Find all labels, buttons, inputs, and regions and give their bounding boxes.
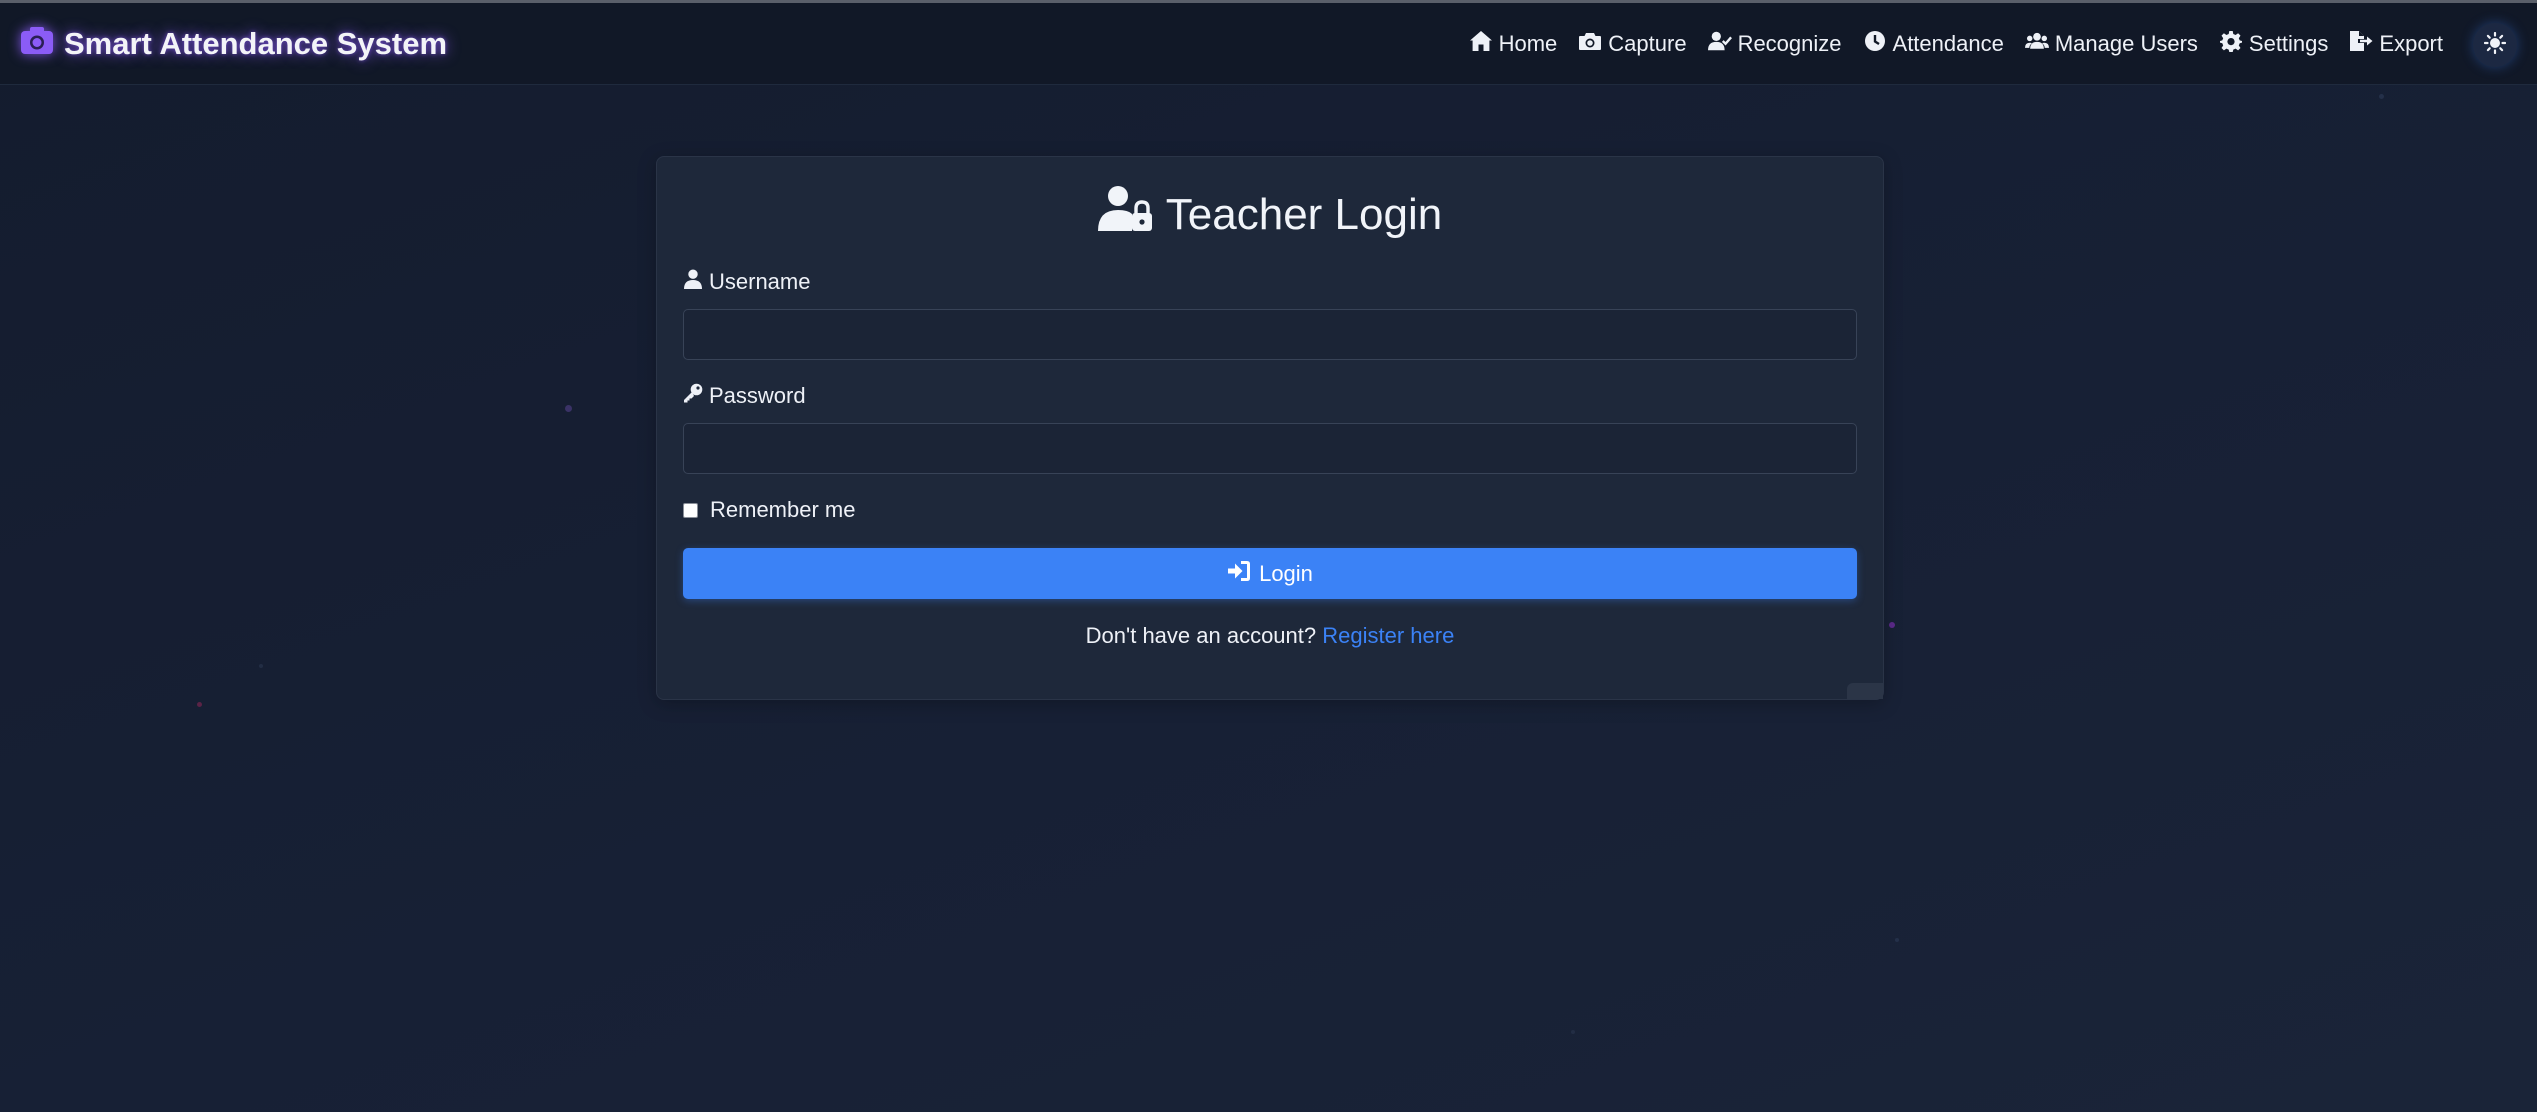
background-dot [2379,94,2384,99]
nav-settings-label: Settings [2248,31,2329,56]
login-card: Teacher Login Username Password Remember… [656,156,1884,700]
background-dot [1571,1030,1575,1034]
background-dot [565,405,572,412]
password-input[interactable] [683,423,1857,474]
login-title: Teacher Login [657,185,1883,244]
nav-export-label: Export [2379,31,2443,56]
app-title: Smart Attendance System [64,26,448,61]
nav-attendance[interactable]: Attendance [1863,30,2004,58]
sign-in-icon [1227,560,1251,588]
background-dot [197,702,202,707]
user-check-icon [1707,30,1732,58]
register-prompt-text: Don't have an account? [1085,623,1317,648]
gear-icon [2219,30,2243,58]
register-prompt: Don't have an account? Register here [657,623,1883,649]
username-input[interactable] [683,309,1857,360]
remember-me-label: Remember me [710,497,856,522]
background-dot [1889,622,1895,628]
user-icon [683,269,703,295]
camera-icon [20,25,54,63]
nav-manage-users-label: Manage Users [2054,31,2198,56]
nav-capture-label: Capture [1608,31,1687,56]
nav-attendance-label: Attendance [1892,31,2004,56]
key-icon [683,383,703,409]
file-export-icon [2349,30,2373,58]
login-button[interactable]: Login [683,548,1857,599]
theme-toggle-button[interactable] [2473,23,2517,67]
brand[interactable]: Smart Attendance System [20,3,447,85]
clock-icon [1863,30,1887,58]
nav-recognize[interactable]: Recognize [1707,30,1842,58]
user-lock-icon [1097,185,1154,244]
users-icon [2024,30,2049,58]
navbar: Smart Attendance System Home Capture Rec… [0,3,2537,85]
login-button-label: Login [1259,560,1313,586]
nav-recognize-label: Recognize [1737,31,1842,56]
nav-home[interactable]: Home [1469,30,1558,58]
remember-me-checkbox[interactable] [683,502,698,518]
nav-export[interactable]: Export [2349,30,2443,58]
nav-settings[interactable]: Settings [2219,30,2329,58]
username-label-text: Username [709,269,811,294]
card-corner-handle [1847,683,1883,699]
username-label: Username [683,269,810,295]
home-icon [1469,30,1493,58]
password-label-text: Password [709,383,806,408]
nav-manage-users[interactable]: Manage Users [2024,30,2198,58]
sun-icon [2483,31,2507,59]
password-label: Password [683,383,806,409]
nav-capture[interactable]: Capture [1578,30,1687,58]
login-title-text: Teacher Login [1165,189,1443,239]
register-link[interactable]: Register here [1322,623,1454,648]
background-dot [259,664,263,668]
background-dot [1895,938,1899,942]
nav-home-label: Home [1498,31,1558,56]
nav-links: Home Capture Recognize Attendance Manage… [1469,3,2443,85]
camera-icon [1578,30,1602,58]
remember-me[interactable]: Remember me [683,497,855,523]
